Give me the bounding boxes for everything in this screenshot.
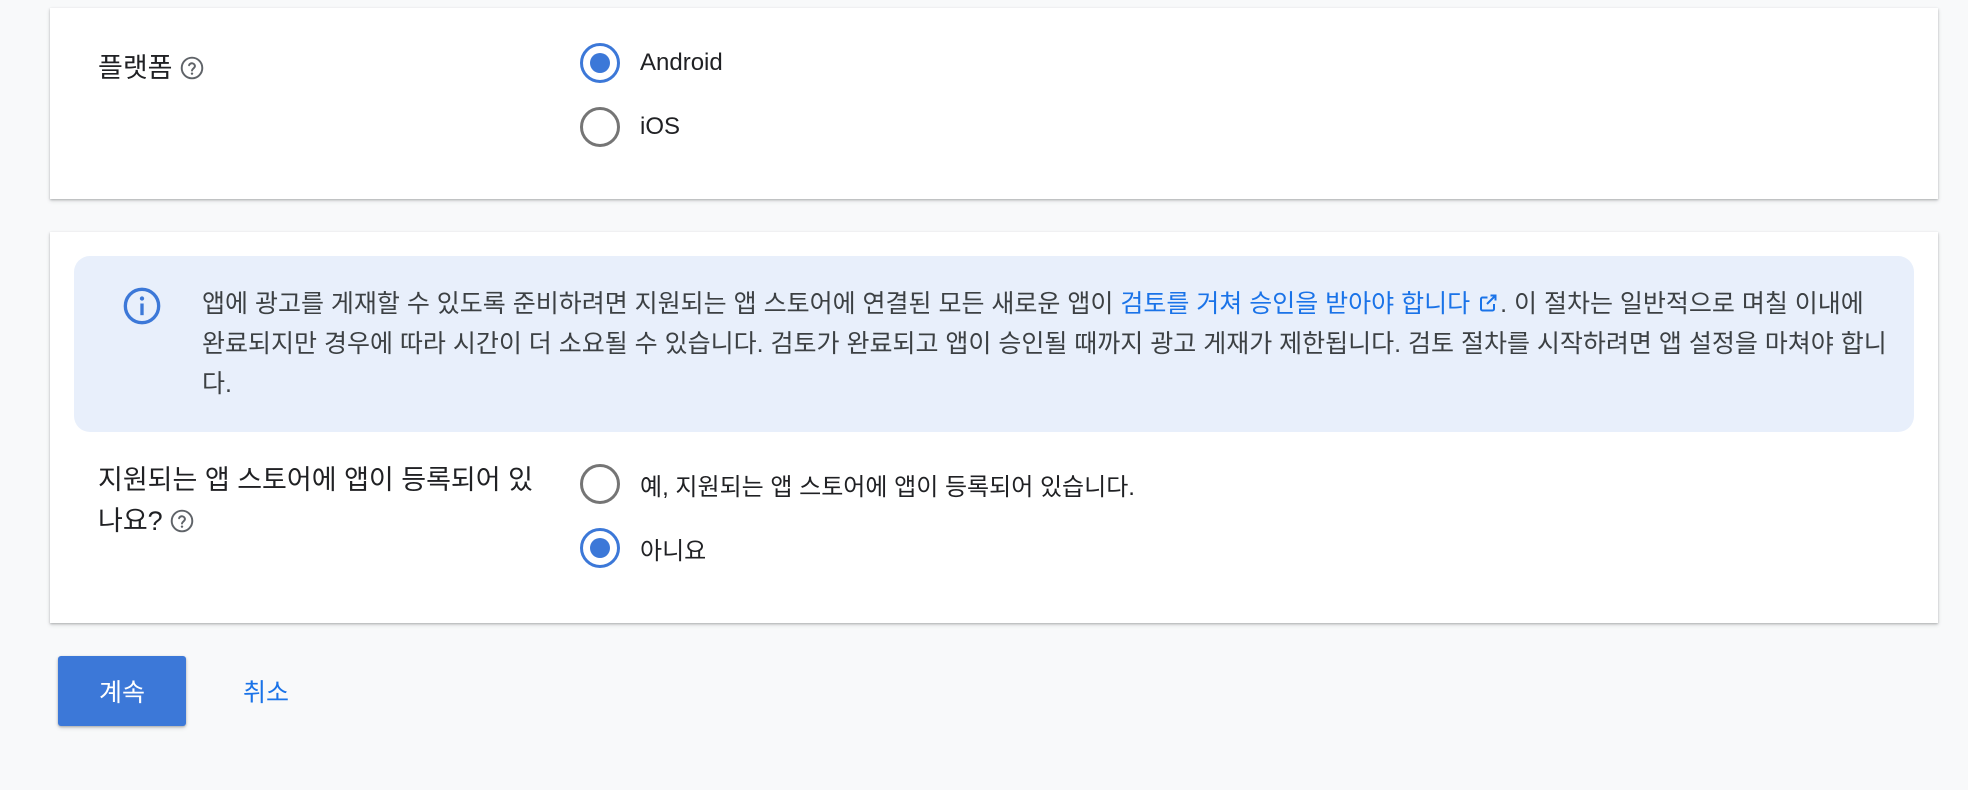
- store-question-label: 지원되는 앱 스토어에 앱이 등록되어 있나요?: [98, 465, 533, 536]
- platform-radio-group: Android iOS: [580, 31, 723, 159]
- help-circle-icon[interactable]: [169, 508, 195, 534]
- radio-option-ios[interactable]: iOS: [580, 95, 723, 159]
- info-text: 앱에 광고를 게재할 수 있도록 준비하려면 지원되는 앱 스토어에 연결된 모…: [202, 284, 1892, 404]
- radio-label-yes: 예, 지원되는 앱 스토어에 앱이 등록되어 있습니다.: [640, 473, 1135, 501]
- review-approval-link[interactable]: 검토를 거쳐 승인을 받아야 합니다: [1120, 290, 1500, 318]
- radio-option-yes[interactable]: 예, 지원되는 앱 스토어에 앱이 등록되어 있습니다.: [580, 452, 1135, 516]
- app-store-card: 앱에 광고를 게재할 수 있도록 준비하려면 지원되는 앱 스토어에 연결된 모…: [50, 232, 1938, 623]
- help-circle-icon[interactable]: [179, 55, 205, 81]
- cancel-button[interactable]: 취소: [222, 656, 310, 726]
- radio-button-yes[interactable]: [580, 464, 620, 504]
- radio-label-android: Android: [640, 49, 723, 76]
- store-label-row: 지원되는 앱 스토어에 앱이 등록되어 있나요?: [98, 460, 538, 542]
- radio-button-android[interactable]: [580, 43, 620, 83]
- info-banner: 앱에 광고를 게재할 수 있도록 준비하려면 지원되는 앱 스토어에 연결된 모…: [74, 256, 1914, 432]
- radio-button-ios[interactable]: [580, 107, 620, 147]
- info-icon: [122, 286, 162, 326]
- radio-label-no: 아니요: [640, 537, 707, 565]
- radio-label-ios: iOS: [640, 113, 681, 140]
- open-in-new-icon: [1476, 287, 1500, 312]
- review-approval-link-text: 검토를 거쳐 승인을 받아야 합니다: [1120, 290, 1471, 318]
- radio-option-android[interactable]: Android: [580, 31, 723, 95]
- platform-label: 플랫폼: [98, 53, 173, 83]
- radio-button-no[interactable]: [580, 528, 620, 568]
- store-radio-group: 예, 지원되는 앱 스토어에 앱이 등록되어 있습니다. 아니요: [580, 452, 1135, 580]
- radio-option-no[interactable]: 아니요: [580, 516, 1135, 580]
- platform-label-row: 플랫폼: [98, 48, 205, 89]
- platform-card: 플랫폼 Android iOS: [50, 8, 1938, 199]
- continue-button[interactable]: 계속: [58, 656, 186, 726]
- info-text-before: 앱에 광고를 게재할 수 있도록 준비하려면 지원되는 앱 스토어에 연결된 모…: [202, 290, 1121, 318]
